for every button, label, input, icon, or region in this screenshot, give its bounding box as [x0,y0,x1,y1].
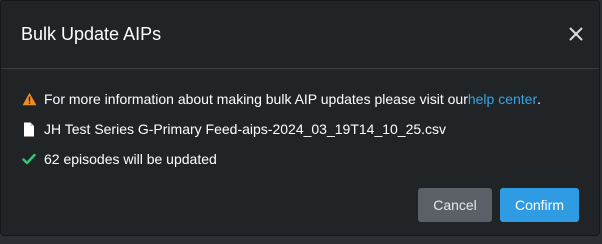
status-row: 62 episodes will be updated [21,149,579,169]
modal-title: Bulk Update AIPs [21,24,162,44]
file-icon [21,121,37,137]
warning-triangle-icon [21,91,37,107]
status-text: 62 episodes will be updated [44,151,217,167]
confirm-button[interactable]: Confirm [500,188,579,222]
info-suffix: . [537,91,542,107]
file-name: JH Test Series G-Primary Feed-aips-2024_… [44,121,447,137]
cancel-button[interactable]: Cancel [418,188,492,222]
file-row: JH Test Series G-Primary Feed-aips-2024_… [21,119,579,139]
modal-header: Bulk Update AIPs [1,1,599,69]
help-center-link[interactable]: help center [468,91,537,107]
bulk-update-modal: Bulk Update AIPs For more information ab… [0,0,600,236]
close-icon [569,27,583,41]
modal-body: For more information about making bulk A… [21,89,579,179]
close-button[interactable] [569,27,583,41]
info-row: For more information about making bulk A… [21,89,579,109]
modal-footer: Cancel Confirm [418,188,579,222]
info-text: For more information about making bulk A… [44,91,468,107]
check-icon [21,151,37,167]
